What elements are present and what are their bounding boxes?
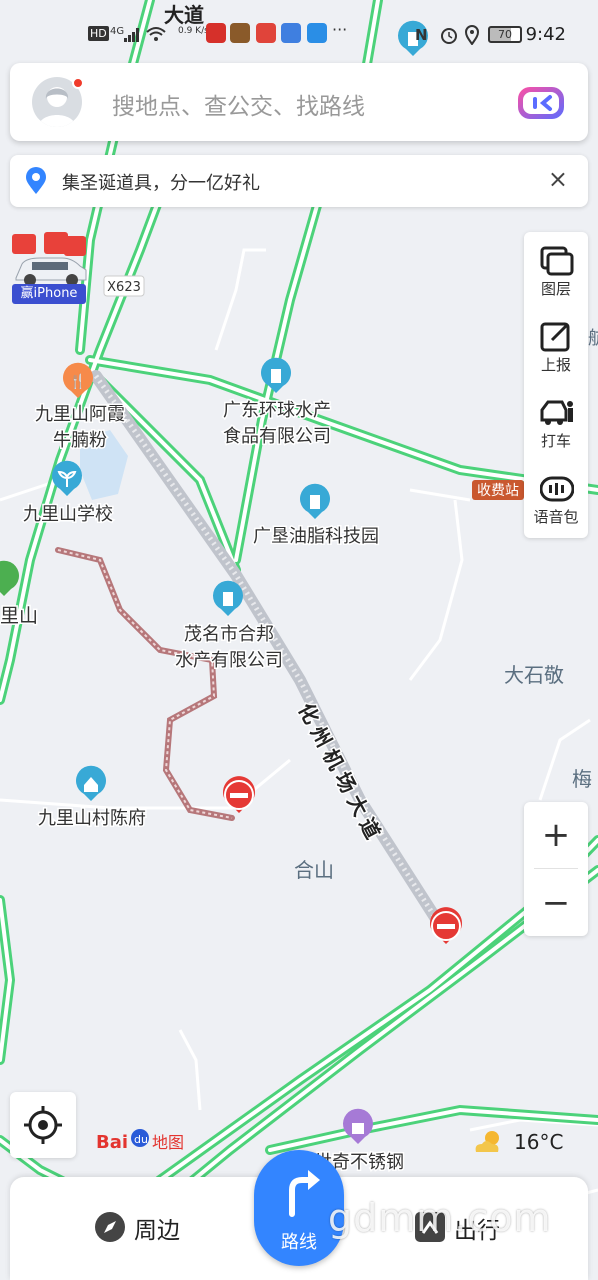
signal-icon xyxy=(124,28,140,46)
toll-station-label: 收费站 xyxy=(472,480,524,500)
svg-text:du: du xyxy=(134,1133,148,1146)
hd-indicator: HD xyxy=(88,26,109,41)
tool-label: 上报 xyxy=(540,356,571,374)
voice-pack-icon xyxy=(540,476,574,502)
county-road-shield: X623 xyxy=(103,275,145,297)
iphone-promo[interactable]: 赢iPhone xyxy=(10,232,88,304)
promo-banner[interactable]: 集圣诞道具，分一亿好礼 × xyxy=(10,155,588,207)
watermark: gdmm.com xyxy=(328,1196,552,1240)
alarm-icon xyxy=(440,26,458,48)
mic-app-icon xyxy=(206,23,226,43)
blue-app-icon xyxy=(281,23,301,43)
status-bar: HD 4G 0.9 K/s ··· N 70 9:42 xyxy=(0,20,598,50)
poi-label[interactable]: 广东环球水产 xyxy=(222,399,333,423)
place-label: 大石敬 xyxy=(504,663,564,687)
place-label: 航 xyxy=(588,328,598,349)
red-app-icon xyxy=(256,23,276,43)
poi-label[interactable]: 广垦油脂科技园 xyxy=(252,525,381,549)
voice-assistant-icon[interactable] xyxy=(516,83,566,123)
poi-label[interactable]: 九里山阿霞 xyxy=(34,403,127,427)
net-speed: 0.9 K/s xyxy=(178,26,209,36)
svg-text:X623: X623 xyxy=(107,280,141,295)
place-label: 梅 xyxy=(572,767,592,791)
baidu-map-logo: Bai du 地图 xyxy=(96,1124,192,1154)
wifi-icon xyxy=(146,26,166,46)
svg-text:Bai: Bai xyxy=(96,1132,128,1153)
clock: 9:42 xyxy=(525,24,566,45)
divider xyxy=(534,868,578,869)
zoom-out-button[interactable]: − xyxy=(524,870,588,936)
banner-text: 集圣诞道具，分一亿好礼 xyxy=(62,173,260,194)
close-icon[interactable]: × xyxy=(548,165,568,193)
svg-text:收费站: 收费站 xyxy=(477,483,519,499)
locate-button[interactable] xyxy=(10,1092,76,1158)
tool-label: 打车 xyxy=(540,432,571,450)
taxi-button[interactable]: 打车 xyxy=(524,384,588,460)
more-notifications-icon: ··· xyxy=(332,20,348,39)
search-input[interactable]: 搜地点、查公交、找路线 xyxy=(112,87,365,121)
zoom-in-button[interactable]: + xyxy=(524,802,588,868)
svg-text:地图: 地图 xyxy=(152,1133,184,1152)
game-app-icon xyxy=(230,23,250,43)
poi-label[interactable]: 牛腩粉 xyxy=(52,429,109,453)
layers-icon xyxy=(540,246,574,276)
poi-label[interactable]: 水产有限公司 xyxy=(174,649,285,673)
network-indicator: 4G xyxy=(110,26,125,37)
tool-label: 语音包 xyxy=(533,508,579,526)
zoom-control: + − xyxy=(524,802,588,936)
place-label: 里山 xyxy=(0,605,38,627)
battery-level: 70 xyxy=(498,28,512,41)
location-status-icon xyxy=(464,25,480,49)
voice-pack-button[interactable]: 语音包 xyxy=(524,460,588,536)
battery-icon: 70 xyxy=(488,26,522,43)
partly-cloudy-icon xyxy=(475,1131,499,1152)
compass-icon xyxy=(95,1212,125,1242)
promo-label: 赢iPhone xyxy=(12,284,86,304)
crosshair-icon xyxy=(24,1106,62,1144)
temperature: 16°C xyxy=(514,1130,564,1154)
mail-app-icon xyxy=(307,23,327,43)
poi-label[interactable]: 九里山村陈府 xyxy=(37,807,148,831)
tool-label: 图层 xyxy=(540,280,571,298)
weather-widget[interactable]: 16°C xyxy=(472,1128,582,1158)
map-tools-panel: 图层 上报 打车 语音包 xyxy=(524,232,588,538)
report-icon xyxy=(540,322,570,352)
search-bar[interactable]: 搜地点、查公交、找路线 xyxy=(10,63,588,141)
taxi-icon xyxy=(540,400,573,425)
nfc-icon: N xyxy=(415,26,428,44)
svg-text:🍴: 🍴 xyxy=(69,373,86,390)
layers-button[interactable]: 图层 xyxy=(524,232,588,308)
report-button[interactable]: 上报 xyxy=(524,308,588,384)
poi-label[interactable]: 茂名市合邦 xyxy=(183,623,276,647)
red-envelope-car-icon xyxy=(12,232,87,286)
poi-label[interactable]: 九里山学校 xyxy=(22,503,115,527)
notification-dot xyxy=(72,77,84,89)
location-pin-icon xyxy=(26,167,46,194)
nearby-label: 周边 xyxy=(134,1218,180,1244)
place-label: 合山 xyxy=(294,858,334,882)
poi-label[interactable]: 食品有限公司 xyxy=(222,425,333,449)
